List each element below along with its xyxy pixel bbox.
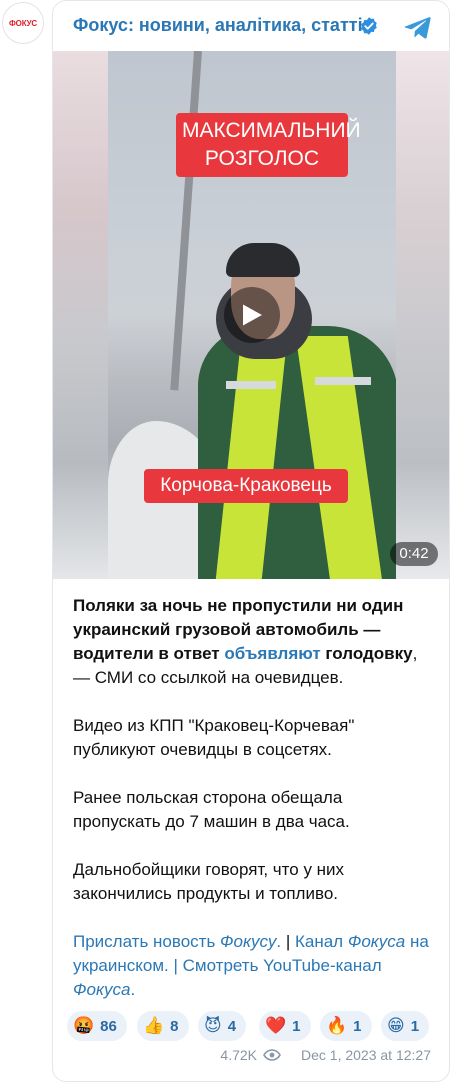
- thumbs-up-icon: 👍: [143, 1015, 165, 1036]
- reaction-devil[interactable]: 😈 4: [198, 1011, 247, 1041]
- lead-text-2: голодовку: [320, 644, 413, 663]
- reaction-count: 4: [227, 1017, 237, 1035]
- pole: [170, 51, 202, 391]
- link-send-news[interactable]: Прислать новость Фокусу.: [73, 932, 281, 951]
- reflective-stripe: [226, 381, 276, 389]
- post-card: Фокус: новини, аналітика, статті МАКСИМА…: [52, 0, 450, 1082]
- post-paragraph-4: Дальнобойщики говорят, что у них закончи…: [73, 860, 345, 903]
- person-hat: [226, 243, 300, 277]
- reaction-grin[interactable]: 😁 1: [381, 1011, 430, 1041]
- reaction-count: 8: [170, 1017, 179, 1035]
- link-separator: |: [168, 956, 183, 975]
- reactions-bar: 🤬 86 👍 8 😈 4 ❤️ 1 🔥 1 😁 1: [67, 1011, 447, 1041]
- reaction-count: 86: [100, 1017, 117, 1035]
- reaction-fire[interactable]: 🔥 1: [320, 1011, 372, 1041]
- fire-icon: 🔥: [326, 1015, 348, 1036]
- blur-right: [396, 51, 449, 579]
- post-date: Dec 1, 2023 at 12:27: [301, 1047, 431, 1063]
- caption-bottom: Корчова-Краковець: [144, 469, 348, 503]
- view-count: 4.72K: [220, 1047, 257, 1063]
- grinning-face-icon: 😁: [387, 1015, 405, 1036]
- blur-left: [53, 51, 108, 579]
- post-header: Фокус: новини, аналітика, статті: [53, 1, 449, 51]
- angry-face-icon: 🤬: [73, 1015, 95, 1036]
- reaction-count: 1: [410, 1017, 420, 1035]
- post-footer: 4.72K Dec 1, 2023 at 12:27: [220, 1047, 431, 1063]
- smiling-devil-icon: 😈: [204, 1015, 222, 1036]
- channel-name[interactable]: Фокус: новини, аналітика, статті: [73, 15, 363, 36]
- lead-link[interactable]: объявляют: [224, 644, 320, 663]
- post-lead: Поляки за ночь не пропустили ни один укр…: [73, 594, 433, 690]
- video-thumbnail[interactable]: МАКСИМАЛЬНИЙ РОЗГОЛОС Корчова-Краковець …: [53, 51, 449, 579]
- post-links: Прислать новость Фокусу. | Канал Фокуса …: [73, 930, 433, 1002]
- reaction-thumbs-up[interactable]: 👍 8: [137, 1011, 189, 1041]
- reaction-count: 1: [353, 1017, 362, 1035]
- reflective-stripe: [315, 377, 371, 385]
- channel-avatar[interactable]: ФОКУС: [2, 2, 44, 44]
- channel-avatar-text: ФОКУС: [9, 18, 37, 28]
- play-button[interactable]: [224, 287, 280, 343]
- video-duration: 0:42: [390, 542, 438, 566]
- post-paragraph-2: Видео из КПП "Краковец-Корчевая" публику…: [73, 716, 355, 759]
- verified-check-icon: [361, 17, 377, 35]
- reaction-heart[interactable]: ❤️ 1: [259, 1011, 311, 1041]
- play-icon: [243, 304, 262, 326]
- red-heart-icon: ❤️: [265, 1015, 287, 1036]
- telegram-plane-icon[interactable]: [403, 12, 433, 42]
- post-text: Поляки за ночь не пропустили ни один укр…: [73, 594, 433, 1026]
- reaction-count: 1: [292, 1017, 301, 1035]
- caption-top: МАКСИМАЛЬНИЙ РОЗГОЛОС: [176, 113, 361, 177]
- reaction-angry[interactable]: 🤬 86: [67, 1011, 127, 1041]
- eye-icon: [263, 1049, 281, 1061]
- link-separator: |: [281, 932, 295, 951]
- post-paragraph-3: Ранее польская сторона обещала пропускат…: [73, 788, 350, 831]
